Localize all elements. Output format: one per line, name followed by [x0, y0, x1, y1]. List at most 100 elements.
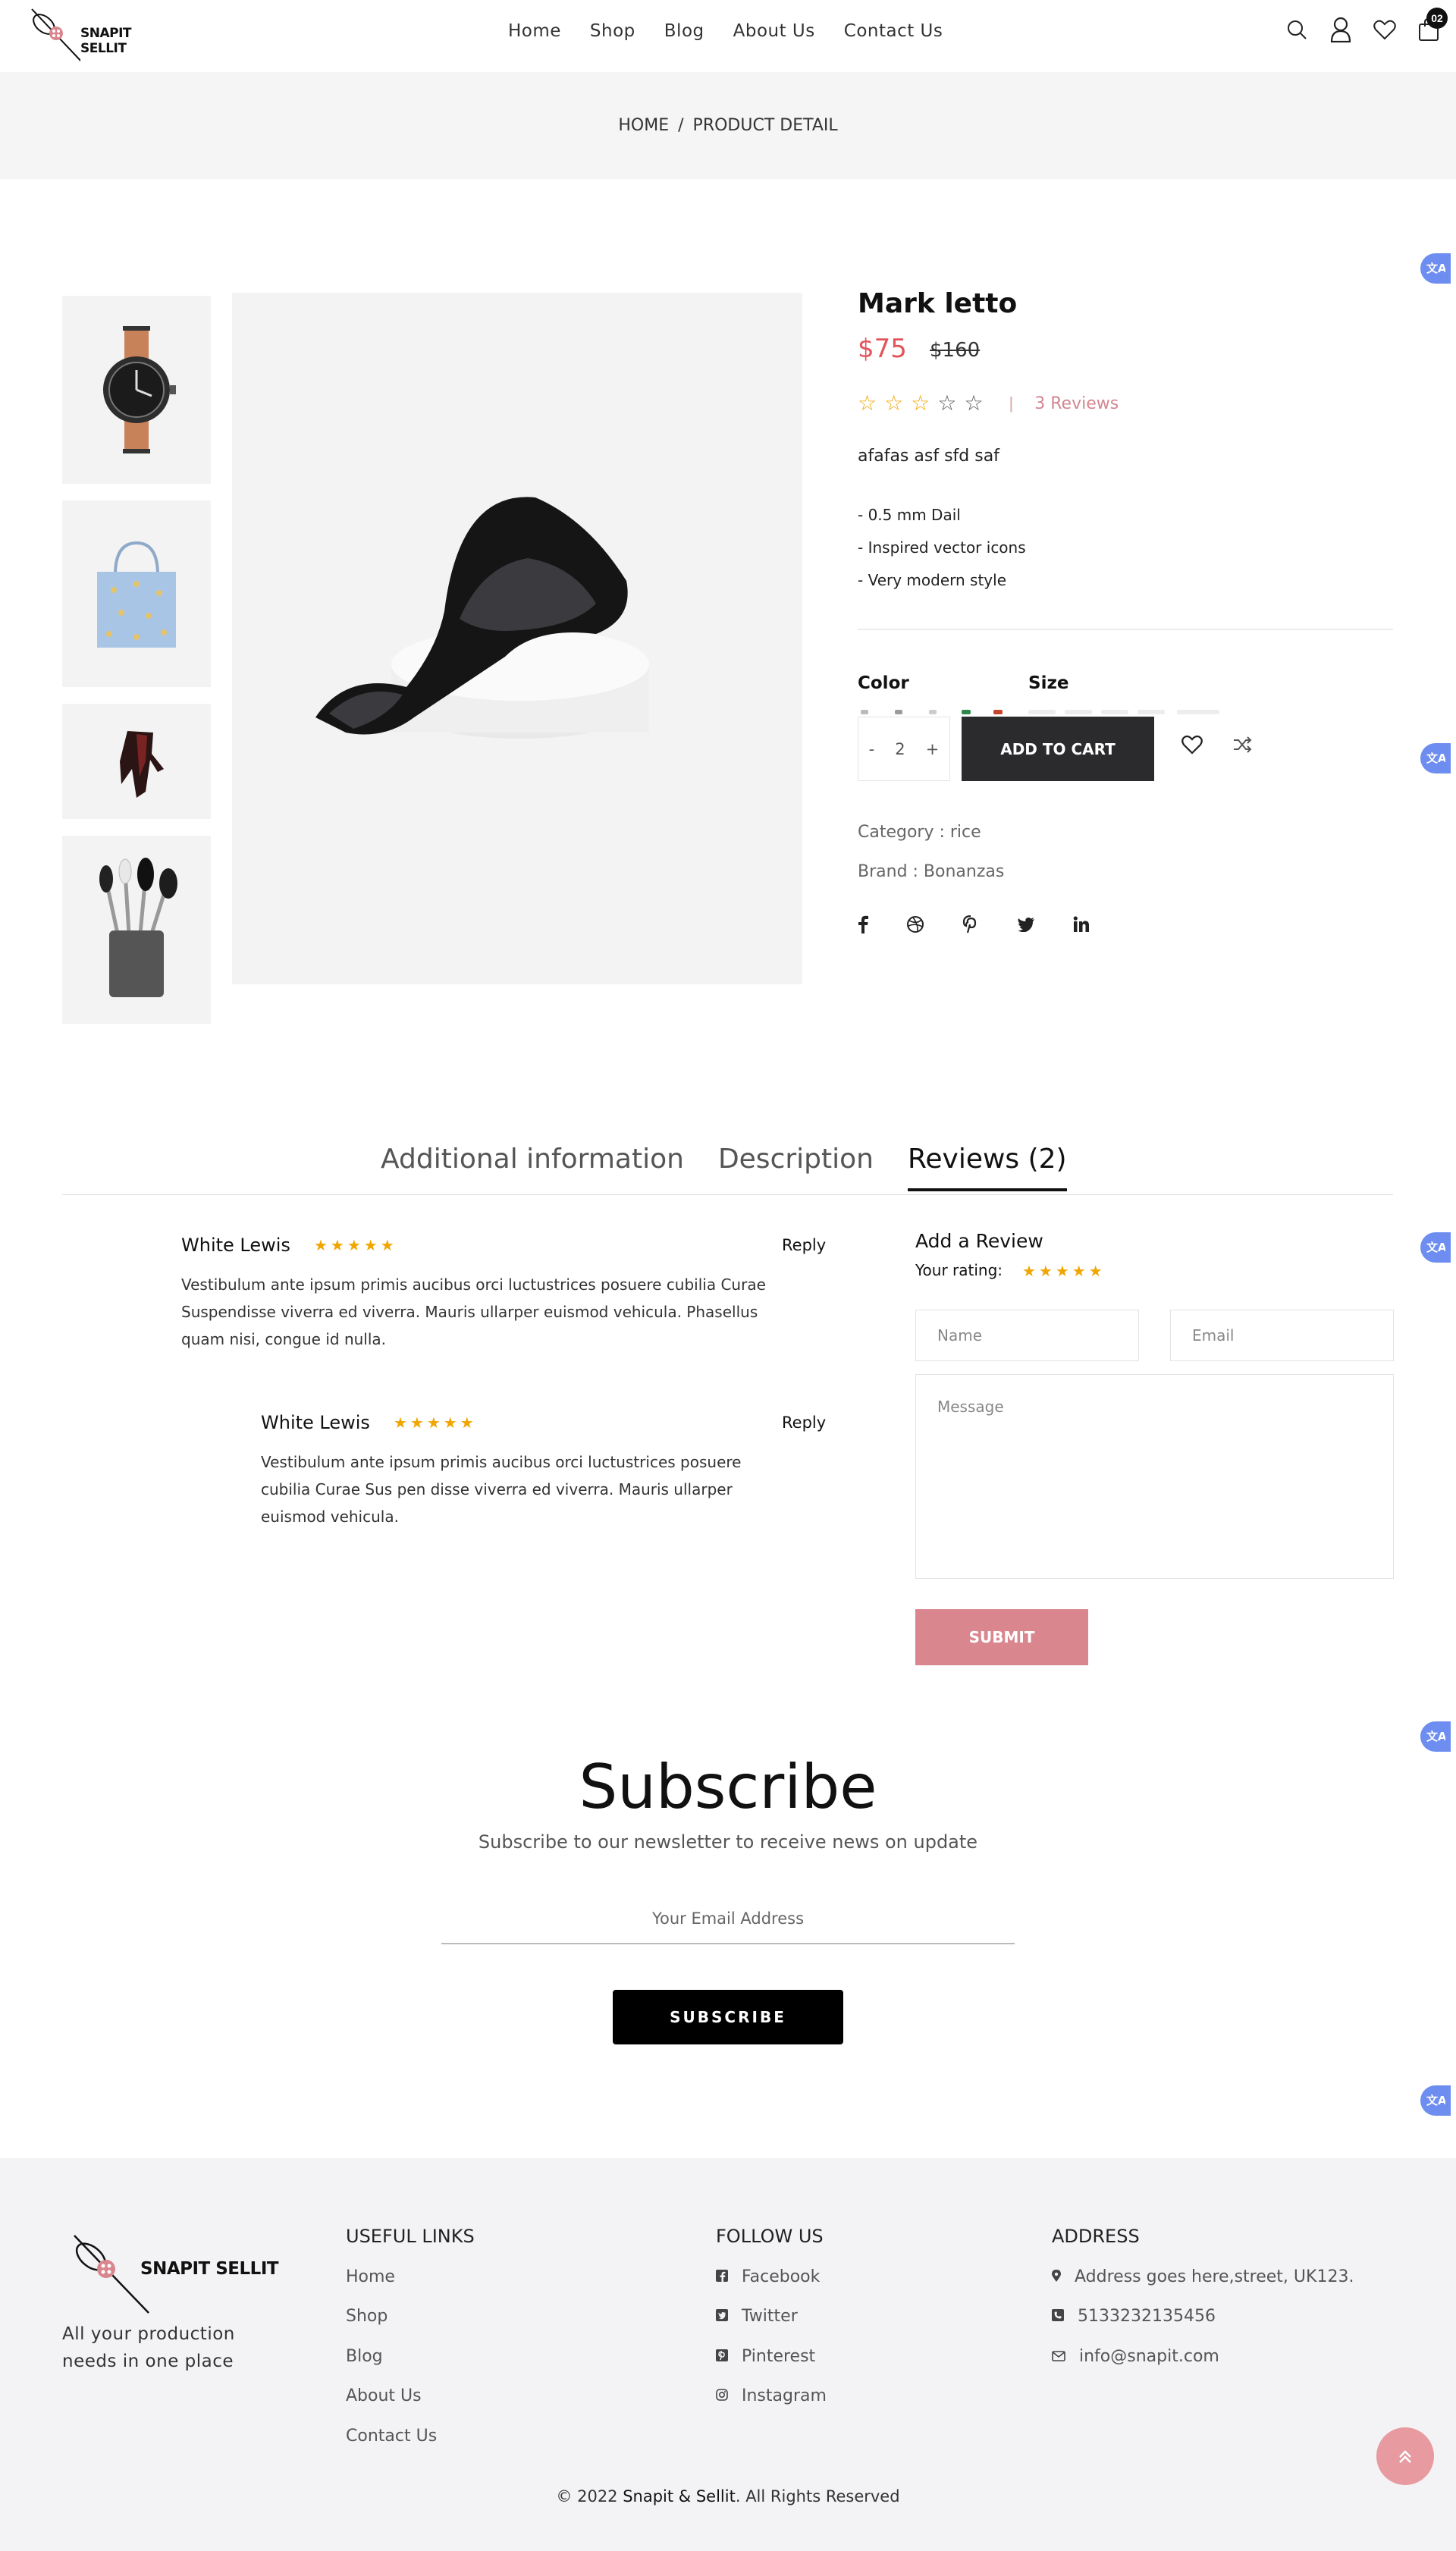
- translate-icon[interactable]: 文A: [1420, 253, 1451, 284]
- review-author: White Lewis: [181, 1235, 290, 1256]
- copyright: © 2022 Snapit & Sellit. All Rights Reser…: [0, 2487, 1456, 2506]
- reviews-count-link[interactable]: 3 Reviews: [1034, 394, 1119, 413]
- footer-twitter-link[interactable]: Twitter: [716, 2307, 798, 2326]
- reply-link[interactable]: Reply: [782, 1414, 826, 1432]
- footer-link-contact-us[interactable]: Contact Us: [346, 2427, 437, 2446]
- subscribe-button[interactable]: SUBSCRIBE: [613, 1990, 843, 2044]
- tab-description[interactable]: Description: [718, 1144, 874, 1191]
- sunglasses-image: [315, 497, 649, 739]
- svg-text:文A: 文A: [1426, 751, 1445, 765]
- useful-links-heading: USEFUL LINKS: [346, 2226, 475, 2247]
- tab-reviews[interactable]: Reviews (2): [907, 1144, 1067, 1191]
- footer-logo[interactable]: [67, 2228, 150, 2323]
- footer-facebook-link[interactable]: Facebook: [716, 2267, 820, 2286]
- product-main-image[interactable]: [232, 293, 802, 984]
- footer-link-home[interactable]: Home: [346, 2267, 395, 2286]
- qty-decrease-button[interactable]: -: [869, 740, 875, 758]
- thumbnail-scarf[interactable]: [62, 704, 211, 819]
- address-text: Address goes here,street, UK123.: [1075, 2267, 1354, 2286]
- color-swatch[interactable]: [861, 710, 868, 714]
- feature-item: - 0.5 mm Dail: [858, 506, 961, 524]
- svg-text:文A: 文A: [1426, 1241, 1445, 1254]
- name-field[interactable]: Name: [915, 1310, 1139, 1361]
- size-swatch[interactable]: [1177, 710, 1219, 714]
- scroll-to-top-button[interactable]: [1376, 2427, 1434, 2485]
- address-heading: ADDRESS: [1052, 2226, 1140, 2247]
- tab-additional-information[interactable]: Additional information: [381, 1144, 684, 1191]
- translate-icon[interactable]: 文A: [1420, 1232, 1451, 1263]
- rating-input-stars[interactable]: ★★★★★: [1022, 1262, 1106, 1281]
- nav-blog[interactable]: Blog: [664, 21, 704, 41]
- product-tabs: Additional information Description Revie…: [381, 1144, 1067, 1191]
- color-swatch[interactable]: [993, 710, 1003, 714]
- divider: [858, 629, 1393, 630]
- dribbble-icon[interactable]: [906, 915, 924, 937]
- size-swatch[interactable]: [1028, 710, 1056, 714]
- makeup-brushes-image: [99, 858, 177, 997]
- footer-link-shop[interactable]: Shop: [346, 2307, 388, 2326]
- product-title: Mark letto: [858, 288, 1018, 319]
- footer-link-blog[interactable]: Blog: [346, 2347, 383, 2366]
- add-to-cart-button[interactable]: ADD TO CART: [962, 717, 1154, 781]
- user-icon[interactable]: [1329, 17, 1352, 42]
- svg-text:文A: 文A: [1426, 1730, 1445, 1743]
- nav-about-us[interactable]: About Us: [733, 21, 815, 41]
- message-field[interactable]: Message: [915, 1374, 1394, 1579]
- footer-link-about-us[interactable]: About Us: [346, 2386, 422, 2405]
- footer-email[interactable]: info@snapit.com: [1052, 2347, 1219, 2366]
- qty-value[interactable]: 2: [895, 740, 905, 758]
- cart-icon[interactable]: 02: [1417, 8, 1448, 42]
- footer-phone[interactable]: 5133232135456: [1052, 2307, 1216, 2326]
- color-swatch[interactable]: [929, 710, 937, 714]
- thumbnail-tote-bag[interactable]: [62, 500, 211, 687]
- breadcrumb: HOME / PRODUCT DETAIL: [0, 72, 1456, 179]
- color-label: Color: [858, 673, 909, 693]
- cart-count-badge: 02: [1426, 8, 1448, 29]
- rating-divider: |: [1009, 394, 1014, 413]
- footer-follow-label: Pinterest: [742, 2347, 816, 2366]
- envelope-icon: [1052, 2347, 1065, 2366]
- footer-logo-text: SNAPIT SELLIT: [140, 2259, 279, 2279]
- color-swatch[interactable]: [895, 710, 902, 714]
- copyright-suffix: . All Rights Reserved: [735, 2487, 900, 2506]
- compare-shuffle-icon[interactable]: [1232, 736, 1252, 758]
- pinterest-icon[interactable]: [962, 915, 979, 937]
- review-stars: ★★★★★: [314, 1238, 397, 1254]
- reply-link[interactable]: Reply: [782, 1236, 826, 1254]
- translate-icon[interactable]: 文A: [1420, 743, 1451, 773]
- breadcrumb-home[interactable]: HOME: [618, 116, 669, 135]
- translate-icon[interactable]: 文A: [1420, 1721, 1451, 1752]
- size-swatch[interactable]: [1065, 710, 1092, 714]
- linkedin-icon[interactable]: [1073, 916, 1090, 937]
- color-swatch[interactable]: [962, 710, 971, 714]
- qty-increase-button[interactable]: +: [926, 740, 940, 758]
- footer-instagram-link[interactable]: Instagram: [716, 2386, 827, 2405]
- star-filled-icon: ☆: [884, 391, 904, 415]
- site-logo[interactable]: SNAPIT SELLIT: [27, 5, 179, 65]
- footer-pinterest-link[interactable]: Pinterest: [716, 2347, 815, 2366]
- search-icon[interactable]: [1285, 17, 1308, 42]
- subscribe-title: Subscribe: [579, 1752, 877, 1822]
- site-header: SNAPIT SELLIT Home Shop Blog About Us Co…: [0, 0, 1456, 72]
- newsletter-email-input[interactable]: Your Email Address: [441, 1897, 1015, 1944]
- add-to-wishlist-icon[interactable]: [1181, 734, 1203, 759]
- phone-text: 5133232135456: [1078, 2307, 1216, 2326]
- copyright-brand-link[interactable]: Snapit & Sellit: [623, 2487, 736, 2506]
- facebook-icon[interactable]: [858, 915, 868, 937]
- translate-icon[interactable]: 文A: [1420, 2085, 1451, 2116]
- size-swatch[interactable]: [1138, 710, 1165, 714]
- nav-shop[interactable]: Shop: [590, 21, 635, 41]
- submit-review-button[interactable]: SUBMIT: [915, 1609, 1088, 1665]
- twitter-icon[interactable]: [1017, 917, 1035, 936]
- thumbnail-brushes[interactable]: [62, 836, 211, 1024]
- size-swatch[interactable]: [1101, 710, 1128, 714]
- nav-contact-us[interactable]: Contact Us: [844, 21, 943, 41]
- nav-home[interactable]: Home: [508, 21, 561, 41]
- email-field[interactable]: Email: [1170, 1310, 1394, 1361]
- footer-address: Address goes here,street, UK123.: [1052, 2267, 1354, 2286]
- tote-bag-image: [97, 541, 176, 648]
- thumbnail-watch[interactable]: [62, 296, 211, 484]
- product-price: $75: [858, 334, 907, 364]
- scarf-image: [120, 731, 164, 798]
- wishlist-icon[interactable]: [1373, 17, 1396, 42]
